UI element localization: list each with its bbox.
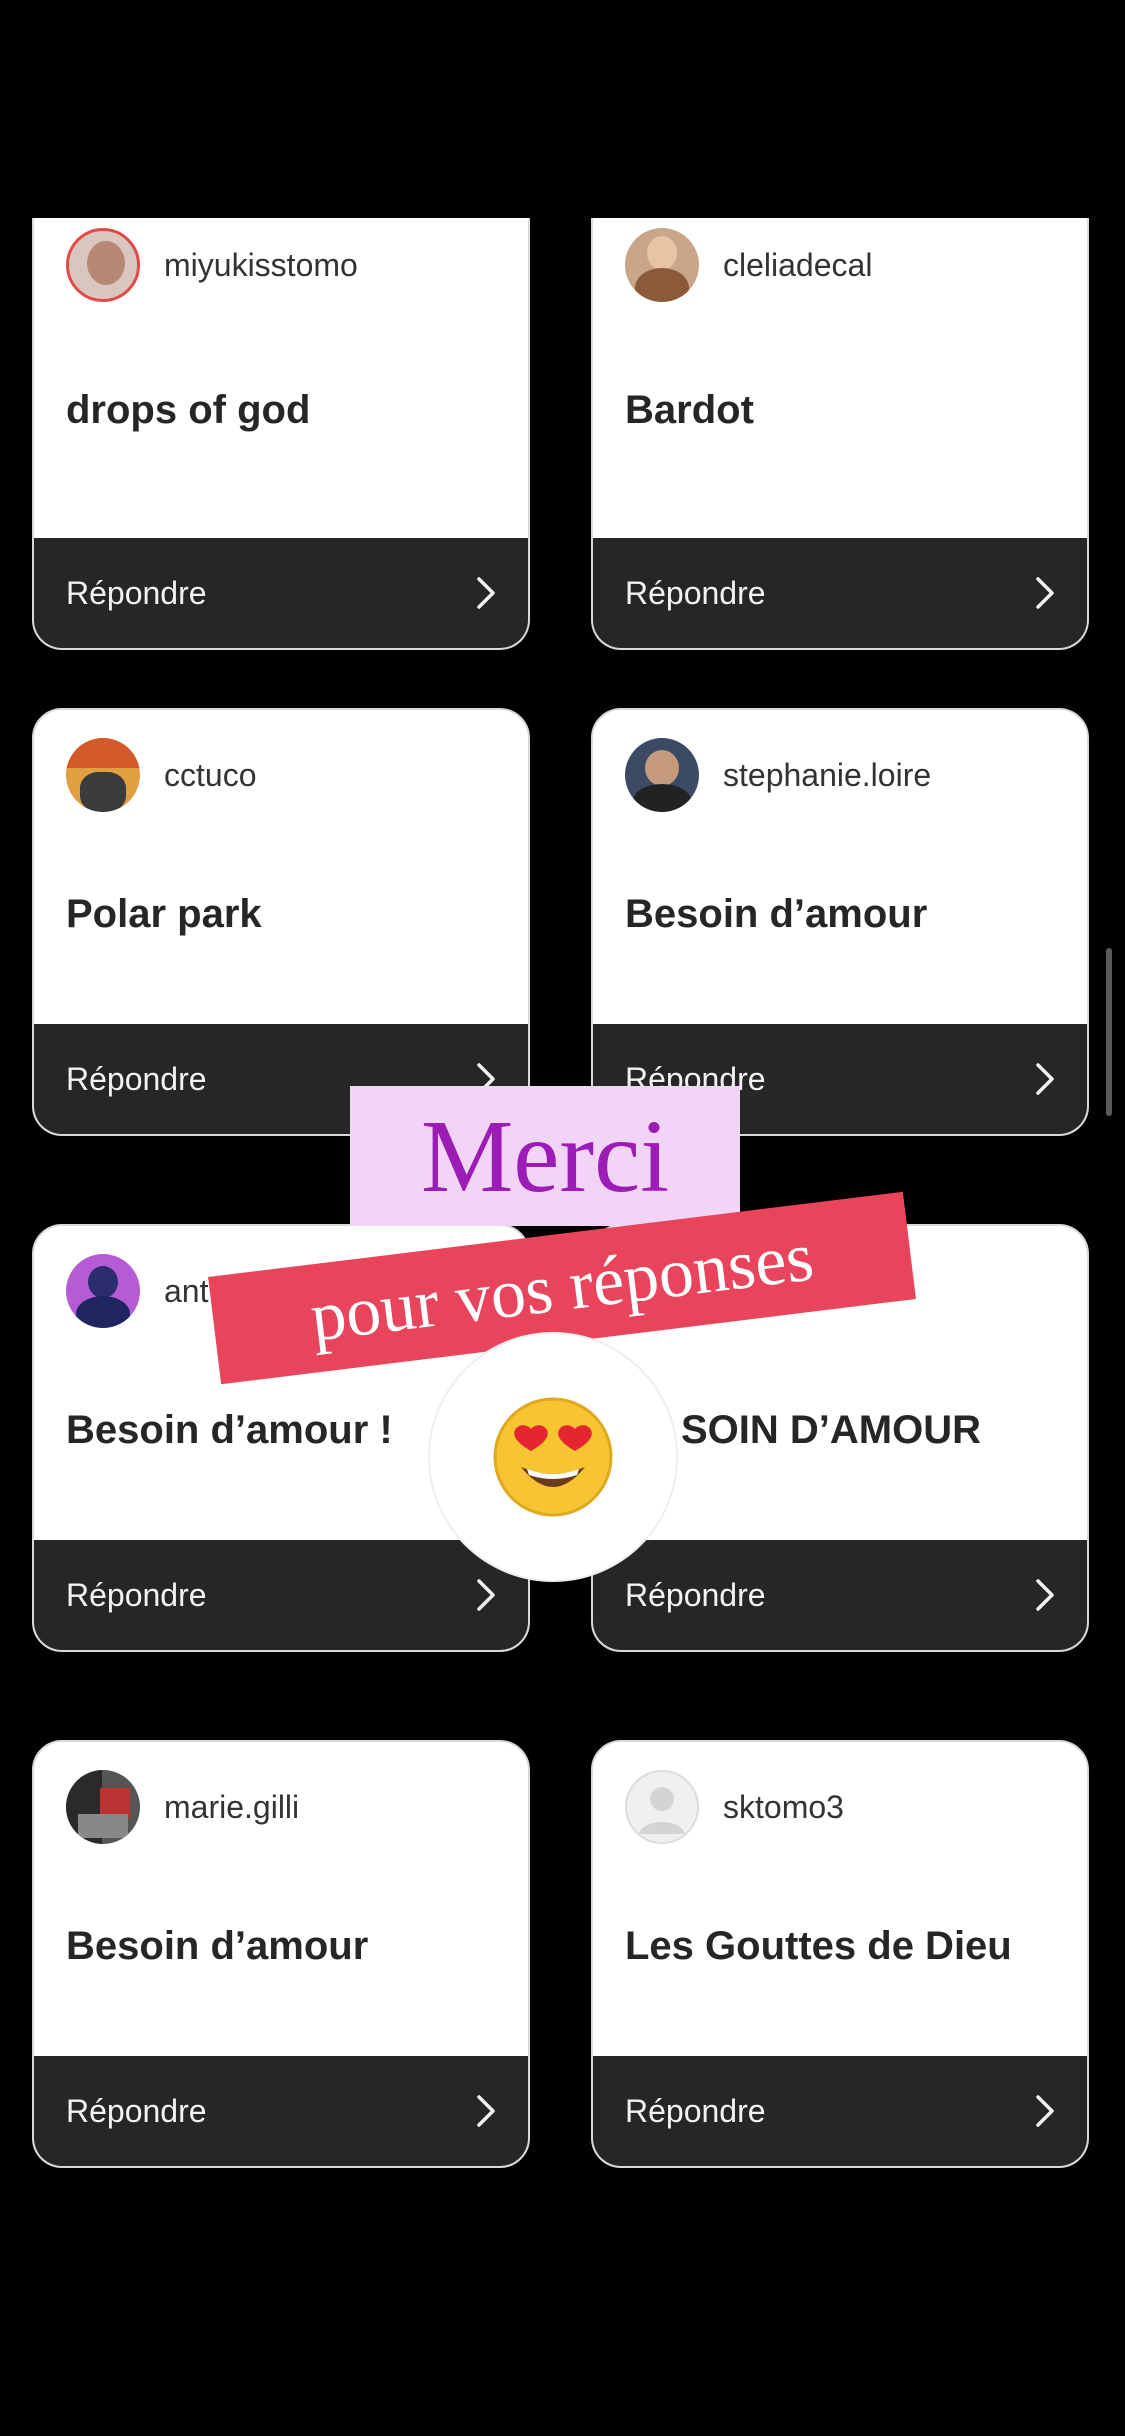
card-header: ant: [66, 1254, 208, 1328]
card-header: miyukisstomo: [66, 228, 358, 302]
question-response-card: cleliadecal Bardot Répondre: [591, 218, 1089, 650]
card-header: stephanie.loire: [625, 738, 931, 812]
username[interactable]: stephanie.loire: [723, 757, 931, 794]
reply-label: Répondre: [66, 1576, 207, 1613]
answer-text: Besoin d’amour: [66, 1924, 369, 1968]
heart-eyes-emoji-icon: [493, 1397, 613, 1517]
default-avatar-icon[interactable]: [625, 1770, 699, 1844]
chevron-right-icon: [476, 576, 496, 610]
reply-label: Répondre: [66, 574, 207, 611]
card-header: sktomo3: [625, 1770, 844, 1844]
answer-text: Besoin d’amour !: [66, 1408, 393, 1452]
avatar[interactable]: [625, 738, 699, 812]
question-response-card: marie.gilli Besoin d’amour Répondre: [32, 1740, 530, 2168]
reply-button[interactable]: Répondre: [593, 1540, 1087, 1650]
chevron-right-icon: [1035, 1578, 1055, 1612]
answer-text: SOIN D’AMOUR: [681, 1408, 981, 1452]
reply-label: Répondre: [625, 1576, 766, 1613]
card-header: marie.gilli: [66, 1770, 299, 1844]
reply-button[interactable]: Répondre: [34, 538, 528, 648]
username[interactable]: cctuco: [164, 757, 256, 794]
reply-button[interactable]: Répondre: [34, 2056, 528, 2166]
answer-text: Bardot: [625, 388, 754, 432]
avatar[interactable]: [66, 1254, 140, 1328]
chevron-right-icon: [1035, 2094, 1055, 2128]
avatar[interactable]: [66, 738, 140, 812]
username[interactable]: ant: [164, 1273, 208, 1310]
scrollbar[interactable]: [1106, 948, 1112, 1116]
answer-text: Besoin d’amour: [625, 892, 928, 936]
question-response-card: cctuco Polar park Répondre: [32, 708, 530, 1136]
merci-text: Merci: [420, 1098, 670, 1214]
reply-label: Répondre: [625, 574, 766, 611]
chevron-right-icon: [476, 2094, 496, 2128]
merci-sticker: Merci: [350, 1086, 740, 1226]
card-header: cleliadecal: [625, 228, 872, 302]
username[interactable]: miyukisstomo: [164, 247, 358, 284]
emoji-sticker: 😍: [430, 1334, 676, 1580]
answer-text: drops of god: [66, 388, 311, 432]
avatar[interactable]: [66, 228, 140, 302]
username[interactable]: cleliadecal: [723, 247, 872, 284]
card-header: cctuco: [66, 738, 256, 812]
chevron-right-icon: [1035, 1062, 1055, 1096]
chevron-right-icon: [1035, 576, 1055, 610]
username[interactable]: marie.gilli: [164, 1789, 299, 1826]
reply-label: Répondre: [625, 2092, 766, 2129]
question-response-card: stephanie.loire Besoin d’amour Répondre: [591, 708, 1089, 1136]
username[interactable]: sktomo3: [723, 1789, 844, 1826]
answer-text: Les Gouttes de Dieu: [625, 1924, 1012, 1968]
reply-label: Répondre: [66, 2092, 207, 2129]
avatar[interactable]: [66, 1770, 140, 1844]
question-response-card: sktomo3 Les Gouttes de Dieu Répondre: [591, 1740, 1089, 2168]
question-response-card: miyukisstomo drops of god Répondre: [32, 218, 530, 650]
answer-text: Polar park: [66, 892, 262, 936]
avatar[interactable]: [625, 228, 699, 302]
chevron-right-icon: [476, 1578, 496, 1612]
reply-button[interactable]: Répondre: [593, 538, 1087, 648]
reply-button[interactable]: Répondre: [34, 1540, 528, 1650]
reply-button[interactable]: Répondre: [593, 2056, 1087, 2166]
reply-label: Répondre: [66, 1060, 207, 1097]
